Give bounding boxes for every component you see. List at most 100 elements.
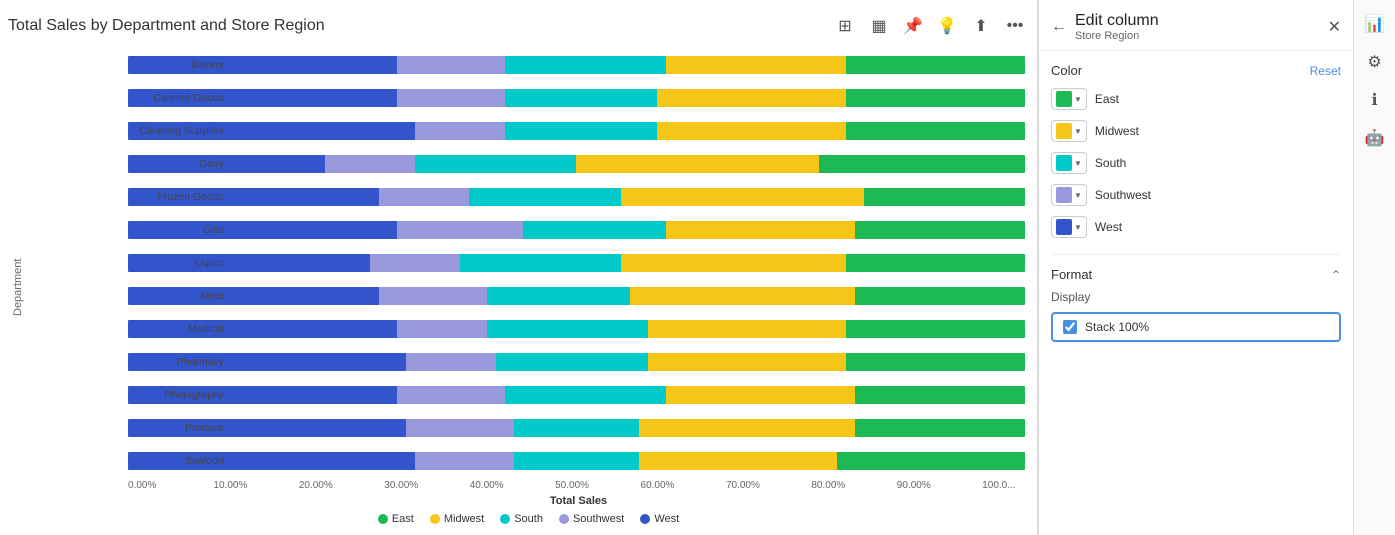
legend-dot: [430, 514, 440, 524]
bar-label: Gifts: [32, 224, 224, 236]
southwest-segment: [379, 188, 469, 206]
chart-content: BakeryCanned GoodsCleaning SuppliesDairy…: [28, 48, 1029, 527]
southwest-segment: [397, 320, 487, 338]
panel-title-group: Edit column Store Region: [1075, 12, 1320, 42]
y-axis-label: Department: [8, 48, 28, 527]
column-icon[interactable]: ▦: [865, 12, 893, 40]
settings-icon[interactable]: ⚙: [1359, 46, 1391, 78]
grid-icon[interactable]: ⊞: [831, 12, 859, 40]
legend-label: Midwest: [444, 513, 484, 525]
south-segment: [514, 452, 640, 470]
midwest-segment: [648, 320, 845, 338]
bar-row: Gifts: [128, 219, 1025, 241]
southwest-segment: [415, 452, 514, 470]
color-rows: ▼East▼Midwest▼South▼Southwest▼West: [1051, 88, 1341, 238]
southwest-segment: [406, 419, 514, 437]
bar-container: [128, 155, 1025, 173]
bar-container: [128, 386, 1025, 404]
color-row: ▼ West: [1051, 216, 1341, 238]
south-segment: [460, 254, 621, 272]
south-segment: [469, 188, 621, 206]
color-swatch: [1056, 91, 1072, 107]
color-section-header: Color Reset: [1051, 63, 1341, 78]
bar-row: Seafood: [128, 450, 1025, 472]
bars-area: BakeryCanned GoodsCleaning SuppliesDairy…: [28, 48, 1029, 478]
bar-label: Medical: [32, 323, 224, 335]
south-segment: [523, 221, 667, 239]
midwest-segment: [657, 89, 845, 107]
legend-dot: [559, 514, 569, 524]
legend-item: South: [500, 513, 543, 525]
bar-row: Pharmacy: [128, 351, 1025, 373]
bar-container: [128, 353, 1025, 371]
chevron-down-icon: ▼: [1074, 95, 1082, 104]
bar-row: Bakery: [128, 54, 1025, 76]
east-segment: [855, 221, 1025, 239]
chevron-up-icon: ⌃: [1331, 268, 1341, 282]
midwest-segment: [630, 287, 854, 305]
legend-item: Midwest: [430, 513, 484, 525]
lightbulb-icon[interactable]: 💡: [933, 12, 961, 40]
south-segment: [505, 386, 666, 404]
export-icon[interactable]: ⬆: [967, 12, 995, 40]
bar-row: Meat: [128, 285, 1025, 307]
bar-row: Photography: [128, 384, 1025, 406]
back-button[interactable]: ←: [1051, 18, 1067, 36]
x-axis: 0.00%10.00%20.00%30.00%40.00%50.00%60.00…: [28, 480, 1029, 491]
southwest-segment: [397, 56, 505, 74]
x-tick: 50.00%: [555, 480, 640, 491]
x-tick: 70.00%: [726, 480, 811, 491]
southwest-segment: [406, 353, 496, 371]
color-section-title: Color: [1051, 63, 1082, 78]
bar-chart-icon[interactable]: 📊: [1359, 8, 1391, 40]
x-tick: 100.0...: [982, 480, 1025, 491]
south-segment: [505, 89, 657, 107]
robot-icon[interactable]: 🤖: [1359, 122, 1391, 154]
southwest-segment: [325, 155, 415, 173]
format-header[interactable]: Format ⌃: [1051, 267, 1341, 282]
southwest-segment: [397, 221, 523, 239]
format-section: Format ⌃ Display Stack 100%: [1051, 254, 1341, 342]
stack100-checkbox[interactable]: [1063, 320, 1077, 334]
south-segment: [487, 320, 648, 338]
chart-header: Total Sales by Department and Store Regi…: [8, 12, 1029, 40]
x-tick: 90.00%: [897, 480, 982, 491]
bar-label: Frozen Goods: [32, 191, 224, 203]
reset-button[interactable]: Reset: [1310, 64, 1341, 78]
bar-label: Canned Goods: [32, 92, 224, 104]
pin-icon[interactable]: 📌: [899, 12, 927, 40]
x-tick: 40.00%: [470, 480, 555, 491]
info-icon[interactable]: ℹ: [1359, 84, 1391, 116]
color-swatch: [1056, 219, 1072, 235]
color-item-label: West: [1095, 220, 1122, 234]
color-swatch-button[interactable]: ▼: [1051, 120, 1087, 142]
color-swatch-button[interactable]: ▼: [1051, 184, 1087, 206]
legend-item: East: [378, 513, 414, 525]
x-tick: 20.00%: [299, 480, 384, 491]
midwest-segment: [666, 386, 854, 404]
bar-container: [128, 56, 1025, 74]
color-swatch-button[interactable]: ▼: [1051, 88, 1087, 110]
color-swatch-button[interactable]: ▼: [1051, 152, 1087, 174]
panel-title: Edit column: [1075, 12, 1320, 30]
east-segment: [846, 122, 1025, 140]
bar-row: Liquor: [128, 252, 1025, 274]
bar-label: Meat: [32, 290, 224, 302]
close-button[interactable]: ✕: [1328, 17, 1341, 37]
bar-row: Produce: [128, 417, 1025, 439]
bar-container: [128, 419, 1025, 437]
color-row: ▼East: [1051, 88, 1341, 110]
south-segment: [505, 56, 666, 74]
stack100-checkbox-row[interactable]: Stack 100%: [1051, 312, 1341, 342]
chart-area: Department Bakery Canned Goods Cleaning Su…: [8, 48, 1029, 527]
color-swatch-button[interactable]: ▼: [1051, 216, 1087, 238]
bar-label: Cleaning Supplies: [32, 125, 224, 137]
x-tick: 60.00%: [641, 480, 726, 491]
x-axis-title: Total Sales: [28, 491, 1029, 509]
legend-item: West: [640, 513, 679, 525]
bar-container: [128, 287, 1025, 305]
south-segment: [514, 419, 640, 437]
more-icon[interactable]: •••: [1001, 12, 1029, 40]
chevron-down-icon: ▼: [1074, 127, 1082, 136]
legend: EastMidwestSouthSouthwestWest: [28, 509, 1029, 527]
